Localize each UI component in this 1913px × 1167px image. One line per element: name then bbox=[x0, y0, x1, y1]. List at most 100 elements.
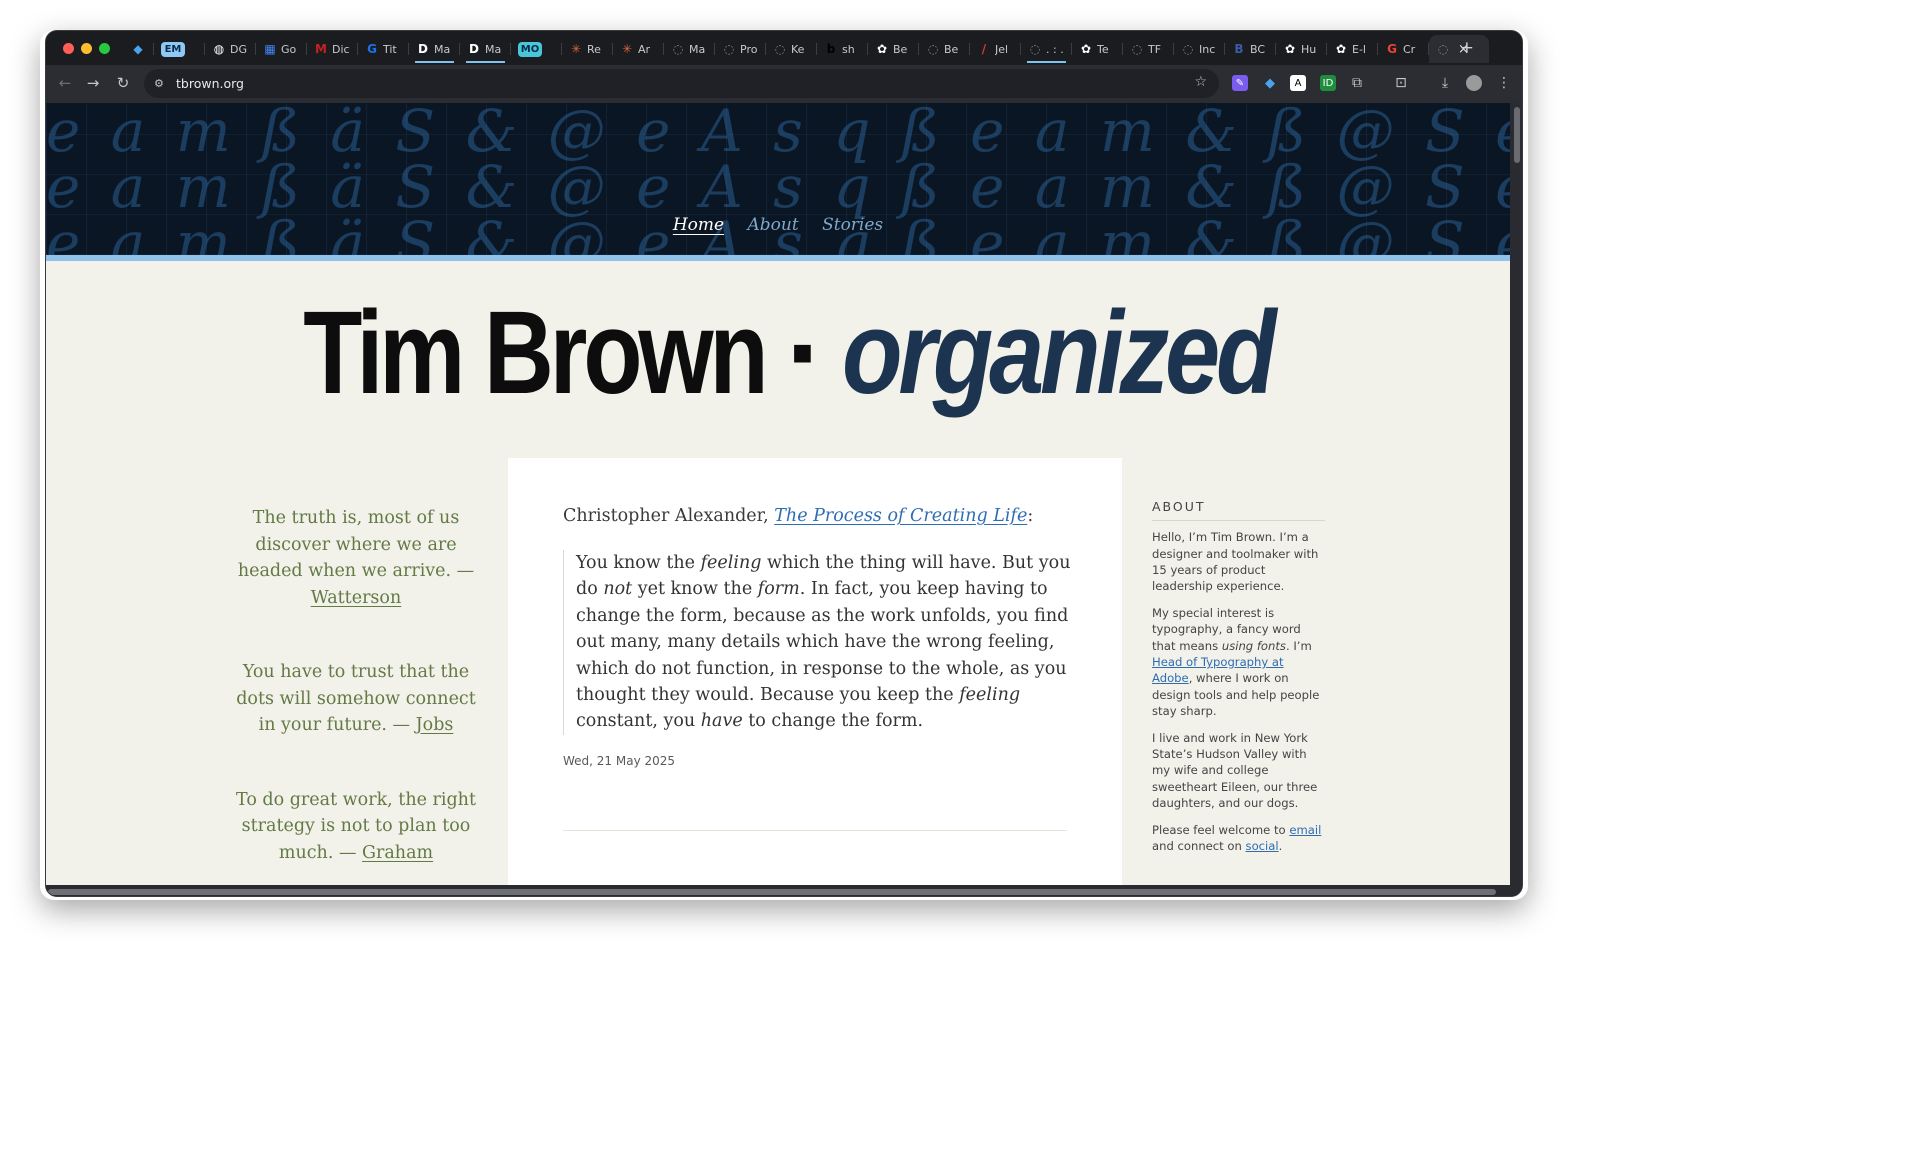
browser-tab[interactable]: ✿ E-l bbox=[1327, 35, 1378, 63]
browser-tab[interactable]: G Tit bbox=[358, 35, 409, 63]
about-paragraph: I live and work in New York State’s Huds… bbox=[1152, 730, 1318, 810]
quote-author-link[interactable]: Watterson bbox=[311, 588, 401, 608]
browser-tab[interactable]: EM bbox=[154, 35, 205, 63]
browser-tab[interactable]: ◌ TF bbox=[1123, 35, 1174, 63]
globe-icon: ◍ bbox=[213, 42, 225, 56]
vertical-scrollbar[interactable] bbox=[1510, 103, 1522, 885]
post-date: Wed, 21 May 2025 bbox=[563, 754, 676, 768]
openai-icon: ✿ bbox=[1335, 42, 1347, 56]
b-logo-icon: b bbox=[826, 42, 836, 56]
browser-tab[interactable]: B BC bbox=[1225, 35, 1276, 63]
post-divider bbox=[563, 830, 1067, 831]
browser-tab[interactable]: ◌ Ke bbox=[766, 35, 817, 63]
quote-item: To do great work, the right strategy is … bbox=[231, 787, 481, 867]
quote-author-link[interactable]: Jobs bbox=[416, 715, 454, 735]
quote-author-link[interactable]: Graham bbox=[362, 843, 433, 863]
generic-site-icon: ◌ bbox=[774, 42, 786, 56]
asterisk-icon: ✳ bbox=[621, 42, 633, 56]
title-name: Tim Brown bbox=[302, 287, 768, 419]
email-link[interactable]: email bbox=[1289, 823, 1321, 837]
tab-title: TF bbox=[1148, 42, 1162, 56]
a-logo-extension-icon[interactable]: A bbox=[1290, 75, 1306, 91]
address-bar[interactable]: ⚙ tbrown.org ☆ bbox=[144, 69, 1219, 98]
tab-title: Be bbox=[893, 42, 908, 56]
browser-tab[interactable]: ◌ . : . bbox=[1021, 35, 1072, 63]
menu-kebab-icon[interactable]: ⋮ bbox=[1496, 75, 1512, 91]
back-arrow-icon[interactable]: ← bbox=[56, 74, 74, 92]
reload-icon[interactable]: ↻ bbox=[114, 74, 132, 92]
browser-tab[interactable]: ◌ Ma bbox=[664, 35, 715, 63]
horizontal-scrollbar[interactable] bbox=[46, 885, 1522, 896]
scrollbar-thumb[interactable] bbox=[1514, 107, 1520, 163]
pen-icon: / bbox=[981, 42, 987, 56]
quotes-column: The truth is, most of us discover where … bbox=[231, 505, 481, 885]
hero-banner: e a m ß ä S & @ e A s q ß e a m & ß @ S … bbox=[46, 103, 1510, 255]
about-sidebar: ABOUT Hello, I’m Tim Brown. I’m a design… bbox=[1152, 499, 1325, 865]
post-intro: Christopher Alexander, The Process of Cr… bbox=[563, 506, 1033, 526]
profile-avatar[interactable] bbox=[1466, 75, 1482, 91]
browser-tab[interactable]: ✿ Hu bbox=[1276, 35, 1327, 63]
browser-tab[interactable]: ◆ bbox=[124, 35, 154, 63]
browser-tab[interactable]: ✳ Ar bbox=[613, 35, 664, 63]
quote-item: You have to trust that the dots will som… bbox=[231, 659, 481, 739]
browser-tab[interactable]: ◌ Be bbox=[919, 35, 970, 63]
about-text: . I’m bbox=[1285, 638, 1312, 653]
generic-site-icon: ◌ bbox=[927, 42, 939, 56]
site-settings-icon[interactable]: ⚙ bbox=[154, 77, 170, 90]
browser-tab[interactable]: ◌ Pro bbox=[715, 35, 766, 63]
social-link[interactable]: social bbox=[1246, 839, 1279, 853]
generic-site-icon: ◌ bbox=[1131, 42, 1143, 56]
gmail-icon: M bbox=[315, 42, 327, 56]
tab-title: Te bbox=[1097, 42, 1109, 56]
close-window-button[interactable] bbox=[63, 43, 74, 54]
browser-tab[interactable]: ◌ Inc bbox=[1174, 35, 1225, 63]
nav-home-link[interactable]: Home bbox=[673, 215, 724, 235]
tab-title: Re bbox=[587, 42, 601, 56]
browser-tab[interactable]: ◍ DG bbox=[205, 35, 256, 63]
scrollbar-thumb[interactable] bbox=[48, 889, 1496, 895]
browser-tab[interactable]: D Ma bbox=[409, 35, 460, 63]
about-paragraph: Hello, I’m Tim Brown. I’m a designer and… bbox=[1152, 530, 1319, 594]
google-g-icon: G bbox=[367, 42, 377, 56]
tab-title: Ke bbox=[791, 42, 805, 56]
tab-title: Cr bbox=[1403, 42, 1416, 56]
browser-tab[interactable]: ✿ Te bbox=[1072, 35, 1123, 63]
puzzle-extensions-icon[interactable]: ⧉ bbox=[1349, 75, 1365, 91]
forward-arrow-icon[interactable]: → bbox=[84, 74, 102, 92]
url-text[interactable]: tbrown.org bbox=[176, 76, 244, 91]
browser-tab[interactable]: / Jel bbox=[970, 35, 1021, 63]
minimize-window-button[interactable] bbox=[81, 43, 92, 54]
browser-tab[interactable]: ✳ Re bbox=[562, 35, 613, 63]
accent-band bbox=[46, 255, 1510, 261]
tab-title: Ma bbox=[434, 42, 451, 56]
green-extension-icon[interactable]: ID bbox=[1320, 75, 1336, 91]
nav-about-link[interactable]: About bbox=[748, 215, 799, 235]
maximize-window-button[interactable] bbox=[99, 43, 110, 54]
browser-tab[interactable]: G Cr bbox=[1378, 35, 1429, 63]
book-link[interactable]: The Process of Creating Life bbox=[774, 506, 1027, 526]
nav-stories-link[interactable]: Stories bbox=[822, 215, 883, 235]
site-nav: Home About Stories bbox=[46, 215, 1510, 235]
download-icon[interactable]: ⤓ bbox=[1437, 75, 1453, 91]
browser-tab[interactable]: ✿ Be bbox=[868, 35, 919, 63]
d-logo-icon: D bbox=[418, 42, 428, 56]
browser-tab[interactable]: b sh bbox=[817, 35, 868, 63]
tab-title: BC bbox=[1250, 42, 1266, 56]
browser-tab[interactable]: ▦ Go bbox=[256, 35, 307, 63]
quote-text: The truth is, most of us discover where … bbox=[237, 508, 475, 581]
post-card: Christopher Alexander, The Process of Cr… bbox=[508, 458, 1122, 885]
new-tab-button[interactable]: + bbox=[1460, 38, 1474, 58]
browser-tab[interactable]: M Dic bbox=[307, 35, 358, 63]
browser-toolbar: ← → ↻ ⚙ tbrown.org ☆ ✎ ◆ A ID ⧉ ⊡ ⤓ ⋮ bbox=[46, 65, 1522, 103]
browser-tab[interactable]: D Ma bbox=[460, 35, 511, 63]
diamond-extension-icon[interactable]: ◆ bbox=[1262, 75, 1278, 91]
tab-title: E-l bbox=[1352, 42, 1366, 56]
post-colon: : bbox=[1027, 506, 1034, 526]
browser-tab[interactable]: MO bbox=[511, 35, 562, 63]
generic-site-icon: ◌ bbox=[1437, 42, 1449, 56]
generic-site-icon: ◌ bbox=[672, 42, 684, 56]
tab-search-icon[interactable]: ⊡ bbox=[1393, 75, 1409, 91]
extension-purple-icon[interactable]: ✎ bbox=[1232, 75, 1248, 91]
openai-icon: ✿ bbox=[1080, 42, 1092, 56]
bookmark-star-icon[interactable]: ☆ bbox=[1194, 74, 1207, 90]
